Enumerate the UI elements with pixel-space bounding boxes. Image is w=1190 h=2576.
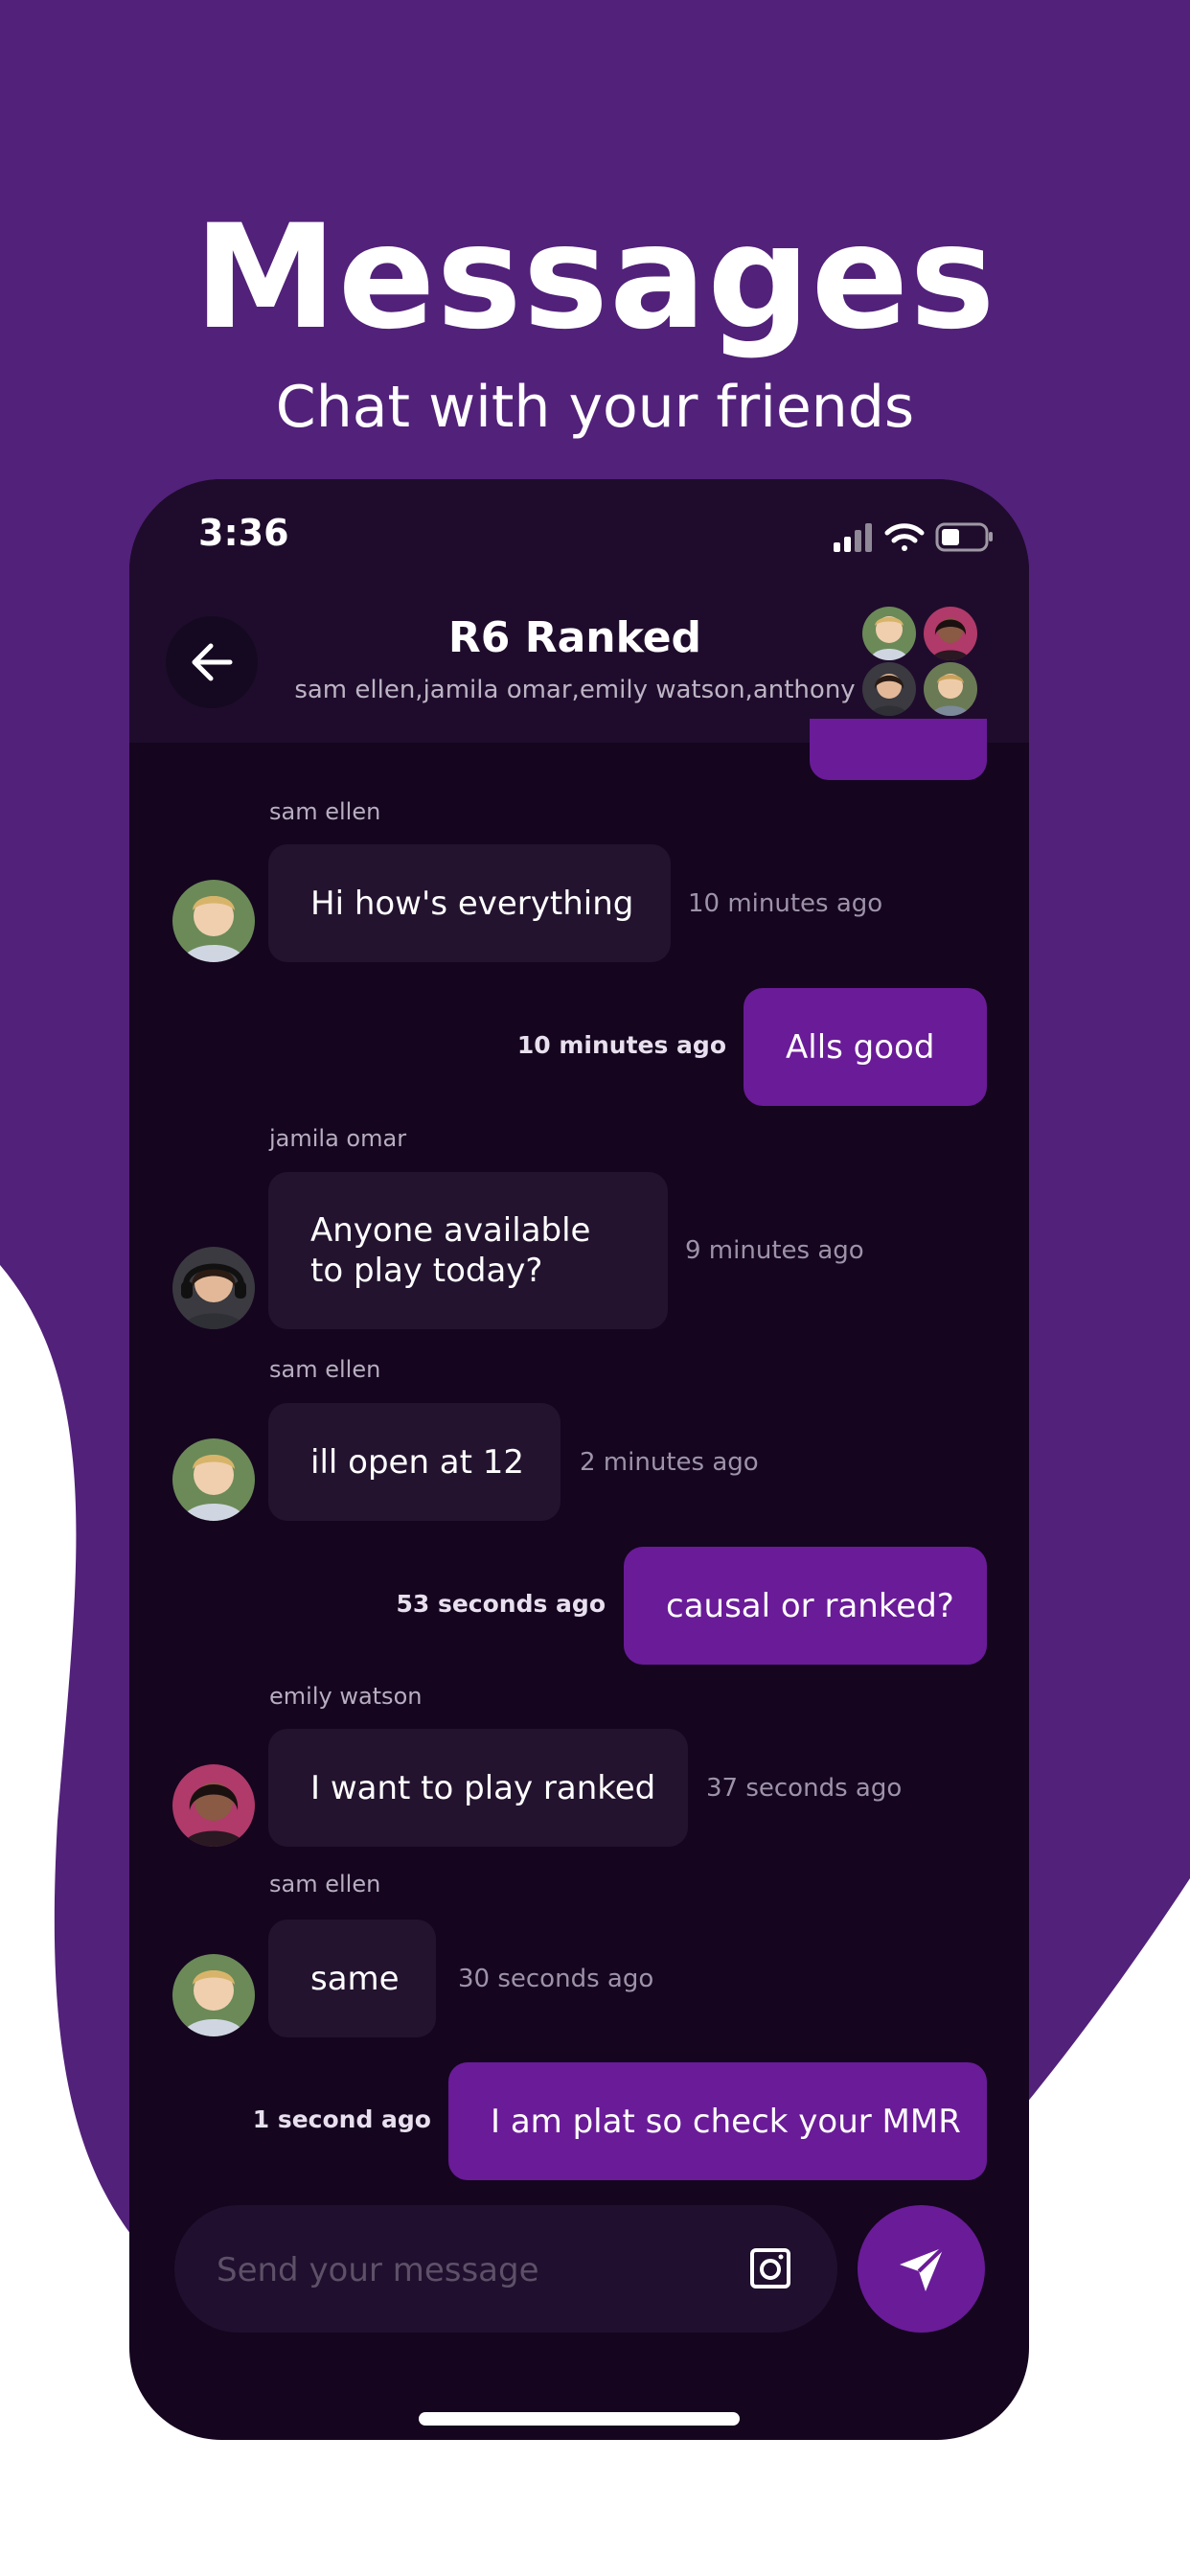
message-sender: sam ellen xyxy=(269,798,381,825)
message-timestamp: 37 seconds ago xyxy=(706,1774,903,1803)
message-timestamp: 10 minutes ago xyxy=(516,1031,726,1059)
chat-title: R6 Ranked xyxy=(447,613,702,662)
message-timestamp: 1 second ago xyxy=(252,2105,431,2133)
message-input[interactable] xyxy=(215,2205,717,2334)
camera-button[interactable] xyxy=(749,2247,791,2289)
message-bubble-incoming[interactable]: Hi how's everything xyxy=(268,844,671,962)
member-avatar[interactable] xyxy=(862,607,916,660)
promo-headline: Messages xyxy=(194,195,996,361)
message-bubble-outgoing[interactable]: Alls good xyxy=(744,988,987,1106)
message-sender: sam ellen xyxy=(269,1871,381,1898)
battery-icon xyxy=(935,522,993,552)
send-icon xyxy=(899,2245,945,2291)
message-bubble-incoming[interactable]: I want to play ranked xyxy=(268,1729,688,1847)
phone-screen: 3:36 R6 Ranked sam ellen,jamila omar,emi… xyxy=(129,479,1029,2440)
message-timestamp: 10 minutes ago xyxy=(688,889,883,918)
signal-icon xyxy=(834,523,872,552)
message-bubble-outgoing[interactable] xyxy=(810,719,987,780)
status-time: 3:36 xyxy=(198,512,289,554)
promo-subline: Chat with your friends xyxy=(275,374,915,441)
message-sender: sam ellen xyxy=(269,1356,381,1383)
member-avatar[interactable] xyxy=(924,607,977,660)
sender-avatar[interactable] xyxy=(172,1764,255,1847)
status-icons xyxy=(834,519,995,554)
arrow-left-icon xyxy=(192,643,233,681)
message-composer xyxy=(174,2205,837,2334)
message-sender: jamila omar xyxy=(269,1125,407,1152)
message-bubble-incoming[interactable]: ill open at 12 xyxy=(268,1403,561,1521)
message-timestamp: 53 seconds ago xyxy=(396,1590,606,1618)
sender-avatar[interactable] xyxy=(172,880,255,962)
message-bubble-incoming[interactable]: same xyxy=(268,1920,436,2037)
sender-avatar[interactable] xyxy=(172,1954,255,2036)
member-avatar[interactable] xyxy=(862,662,916,716)
wifi-icon xyxy=(884,523,925,551)
message-bubble-outgoing[interactable]: I am plat so check your MMR xyxy=(448,2062,987,2180)
message-timestamp: 2 minutes ago xyxy=(580,1448,759,1477)
home-indicator[interactable] xyxy=(419,2412,740,2426)
sender-avatar[interactable] xyxy=(172,1438,255,1521)
message-timestamp: 30 seconds ago xyxy=(458,1965,654,1993)
send-button[interactable] xyxy=(858,2205,985,2333)
sender-avatar[interactable] xyxy=(172,1247,255,1329)
message-bubble-incoming[interactable]: Anyone available to play today? xyxy=(268,1172,668,1329)
chat-members: sam ellen,jamila omar,emily watson,antho… xyxy=(294,676,856,704)
camera-icon xyxy=(750,2248,790,2288)
message-timestamp: 9 minutes ago xyxy=(685,1236,864,1265)
member-avatar[interactable] xyxy=(924,662,977,716)
message-sender: emily watson xyxy=(269,1683,423,1710)
message-bubble-outgoing[interactable]: causal or ranked? xyxy=(624,1547,987,1665)
